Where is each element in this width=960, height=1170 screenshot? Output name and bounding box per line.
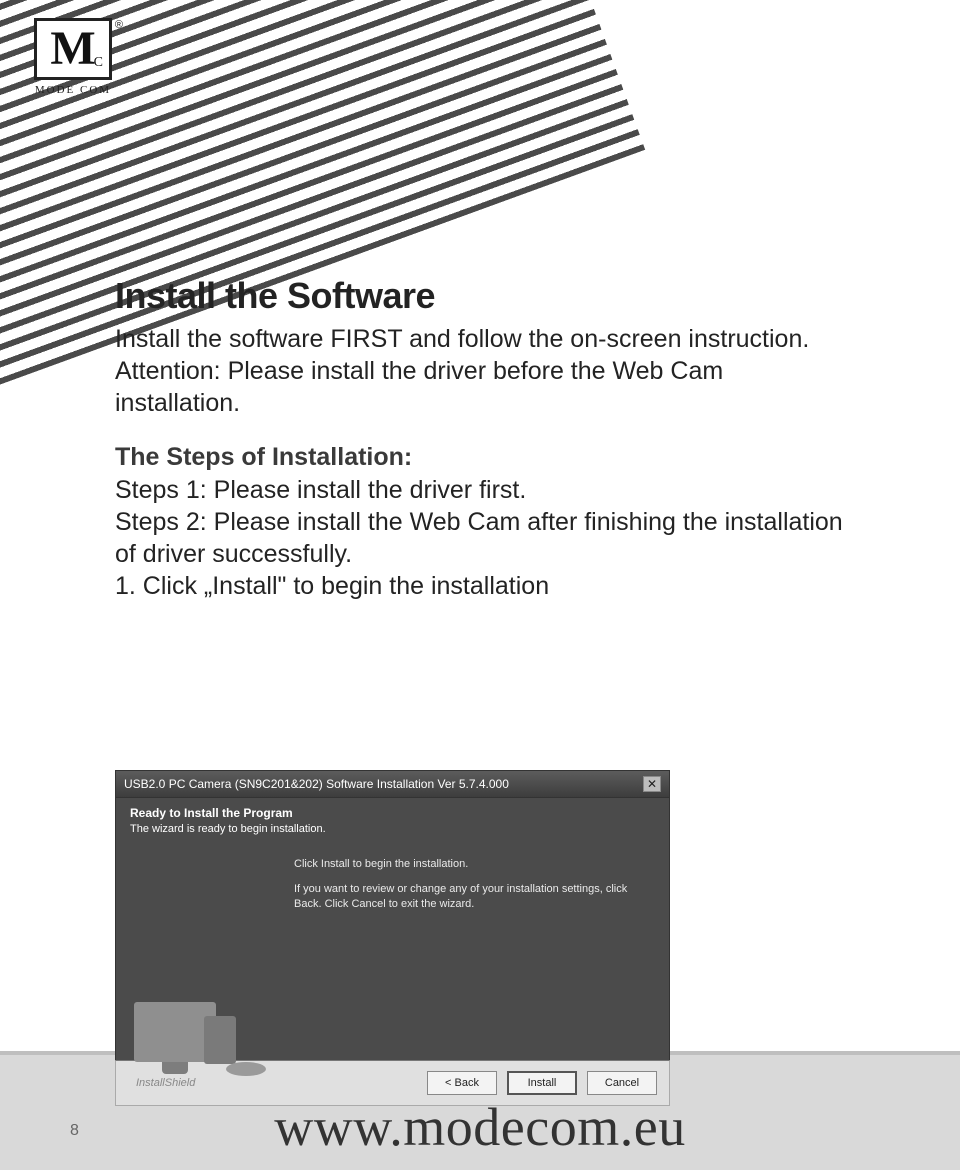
installer-body: Click Install to begin the installation.…: [115, 845, 670, 1060]
brand-logo: M C ® MODE COM: [34, 18, 112, 96]
cancel-button[interactable]: Cancel: [587, 1071, 657, 1095]
installer-header-subtitle: The wizard is ready to begin installatio…: [130, 823, 655, 835]
installer-footer: InstallShield < Back Install Cancel: [115, 1060, 670, 1106]
logo-badge: M C ®: [34, 18, 112, 80]
computer-illustration: [134, 1002, 216, 1062]
installer-header: Ready to Install the Program The wizard …: [115, 798, 670, 845]
registered-mark: ®: [115, 19, 123, 31]
installer-title: USB2.0 PC Camera (SN9C201&202) Software …: [124, 777, 509, 791]
heading-install-software: Install the Software: [115, 275, 855, 317]
attention-paragraph: Attention: Please install the driver bef…: [115, 355, 855, 419]
back-button[interactable]: < Back: [427, 1071, 497, 1095]
installer-body-line2: If you want to review or change any of y…: [294, 882, 634, 912]
installer-header-title: Ready to Install the Program: [130, 806, 655, 820]
close-icon[interactable]: ✕: [643, 776, 661, 792]
logo-subtext: MODE COM: [34, 84, 112, 96]
installer-body-line1: Click Install to begin the installation.: [294, 857, 634, 872]
main-content: Install the Software Install the softwar…: [115, 275, 855, 602]
installshield-brand: InstallShield: [136, 1077, 195, 1089]
logo-letter-c: C: [94, 55, 103, 71]
logo-letter-m: M: [50, 25, 95, 73]
disc-icon: [226, 1062, 266, 1076]
click-install-line: 1. Click „Install" to begin the installa…: [115, 570, 855, 602]
intro-paragraph: Install the software FIRST and follow th…: [115, 323, 855, 355]
tower-icon: [204, 1016, 236, 1064]
step-2: Steps 2: Please install the Web Cam afte…: [115, 506, 855, 570]
install-button[interactable]: Install: [507, 1071, 577, 1095]
installer-dialog: USB2.0 PC Camera (SN9C201&202) Software …: [115, 770, 670, 1106]
installer-titlebar: USB2.0 PC Camera (SN9C201&202) Software …: [115, 770, 670, 798]
step-1: Steps 1: Please install the driver first…: [115, 474, 855, 506]
steps-title: The Steps of Installation:: [115, 443, 855, 472]
